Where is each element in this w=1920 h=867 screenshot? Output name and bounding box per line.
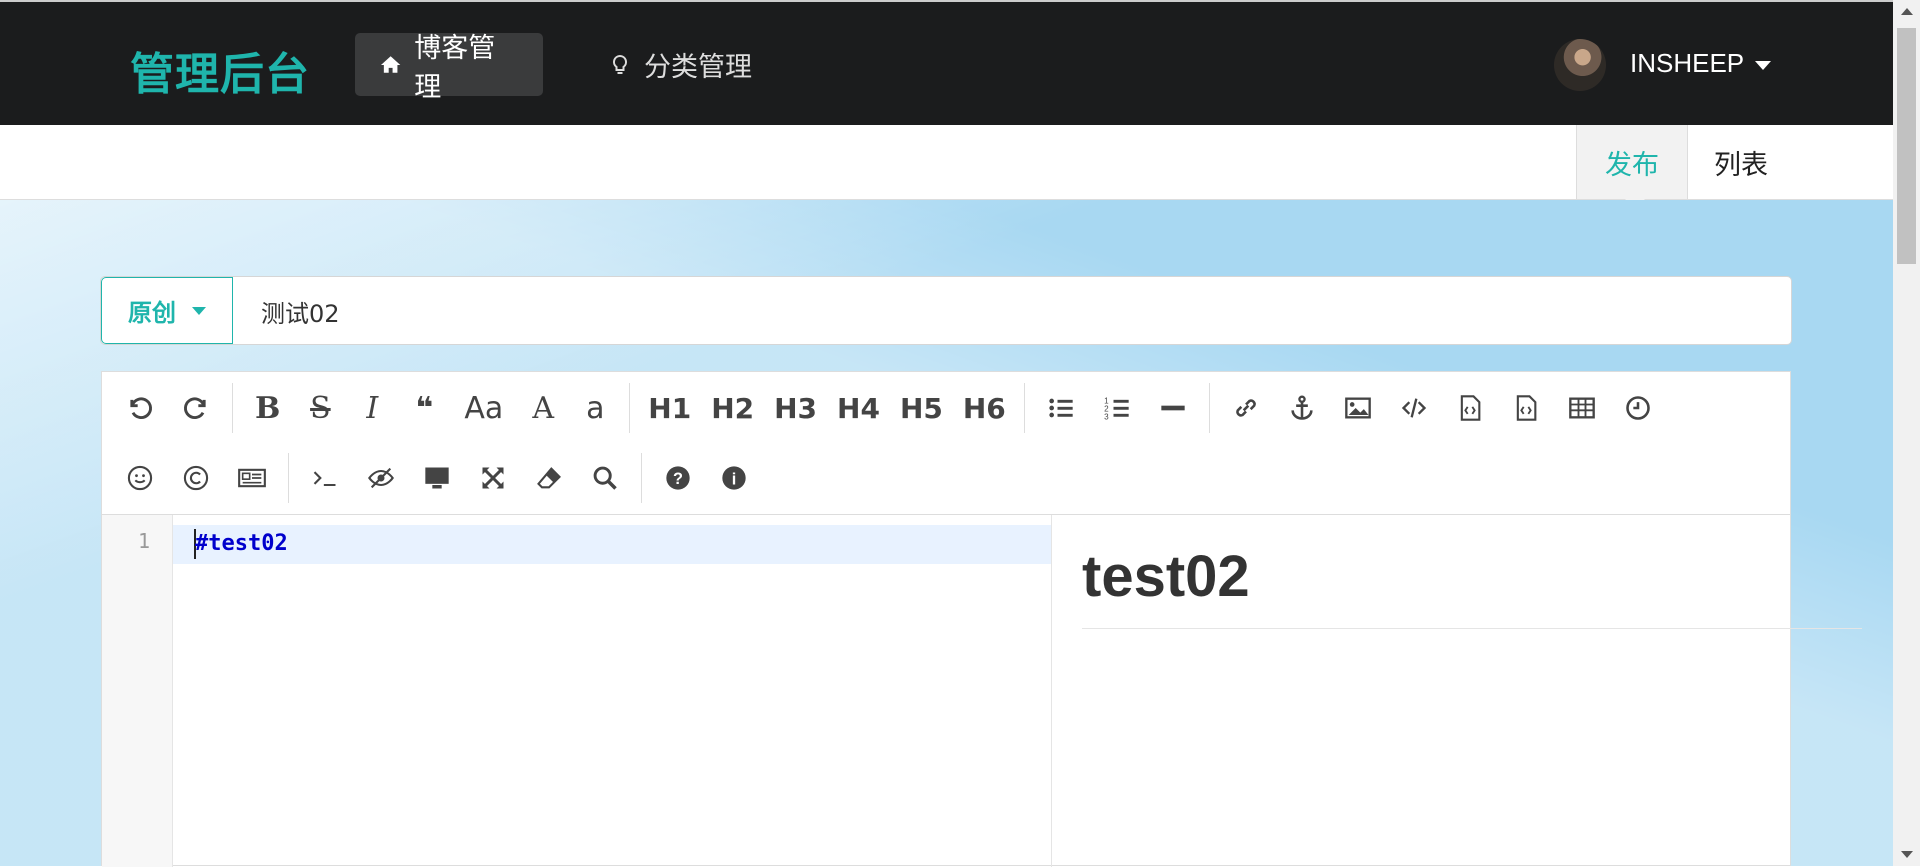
home-icon [380, 55, 401, 73]
top-navbar: 管理后台 博客管理 分类管理 INSHEEP [0, 0, 1893, 125]
svg-text:i: i [732, 470, 737, 488]
tab-bar: 发布 列表 [0, 125, 1893, 209]
h4-button[interactable]: H4 [829, 386, 888, 430]
svg-text:?: ? [673, 470, 683, 488]
line-number: 1 [137, 529, 150, 553]
uppercase-icon[interactable]: Aa [456, 386, 511, 430]
line-number-gutter: 1 [102, 515, 173, 867]
svg-text:3: 3 [1104, 413, 1109, 422]
info-icon[interactable]: i [712, 456, 756, 500]
pagebreak-icon[interactable] [230, 456, 274, 500]
fullscreen-icon[interactable] [471, 456, 515, 500]
h3-button[interactable]: H3 [766, 386, 825, 430]
title-input-group: 原创 [100, 276, 1792, 346]
scroll-down-icon[interactable] [1901, 851, 1913, 858]
page-scrollbar[interactable] [1893, 0, 1920, 866]
image-icon[interactable] [1336, 386, 1380, 430]
toolbar-separator [232, 383, 233, 433]
nav-category-management[interactable]: 分类管理 [584, 33, 776, 96]
username[interactable]: INSHEEP [1630, 48, 1744, 79]
nav-category-management-label: 分类管理 [644, 52, 752, 83]
help-icon[interactable]: ? [656, 456, 700, 500]
nav-blog-management[interactable]: 博客管理 [355, 33, 543, 103]
clear-icon[interactable] [527, 456, 571, 500]
undo-icon[interactable] [118, 386, 162, 430]
toolbar-separator [629, 383, 631, 433]
toolbar-row-2: ? i [112, 448, 762, 508]
search-icon[interactable] [583, 456, 627, 500]
toolbar-separator [1023, 383, 1025, 433]
preview-heading: test02 [1082, 543, 1862, 629]
emoji-icon[interactable] [118, 456, 162, 500]
code-editor[interactable]: #test02 [173, 515, 1052, 867]
bold-icon[interactable]: B [247, 386, 288, 430]
toolbar-separator [288, 453, 289, 503]
tab-list[interactable]: 列表 [1686, 125, 1796, 199]
html-entities-icon[interactable] [174, 456, 218, 500]
toolbar-separator [641, 453, 642, 503]
table-icon[interactable] [1560, 386, 1604, 430]
link-icon[interactable] [1224, 386, 1268, 430]
toolbar-row-1: B S I ❝ Aa A a H1 H2 H3 H4 H5 H6 123 [112, 378, 1666, 438]
active-code-line[interactable]: #test02 [173, 525, 1051, 564]
scroll-up-icon[interactable] [1901, 8, 1913, 15]
watch-icon[interactable] [359, 456, 403, 500]
terminal-icon[interactable] [303, 456, 347, 500]
toolbar-separator [1208, 383, 1210, 433]
caret-down-icon [192, 306, 206, 315]
avatar[interactable] [1554, 39, 1606, 91]
horizontal-rule-icon[interactable] [1151, 386, 1195, 430]
lowercase-icon[interactable]: a [575, 386, 615, 430]
code-icon[interactable] [1392, 386, 1436, 430]
preformatted-icon[interactable] [1504, 386, 1548, 430]
chevron-down-icon[interactable] [1755, 61, 1771, 70]
brand-title[interactable]: 管理后台 [130, 38, 310, 102]
h5-button[interactable]: H5 [892, 386, 951, 430]
markdown-preview: test02 [1052, 515, 1862, 867]
editor-toolbar: B S I ❝ Aa A a H1 H2 H3 H4 H5 H6 123 ? i [102, 372, 1790, 515]
h2-button[interactable]: H2 [703, 386, 762, 430]
nav-blog-management-label: 博客管理 [414, 32, 496, 103]
code-text: #test02 [195, 531, 288, 556]
datetime-icon[interactable] [1616, 386, 1660, 430]
ordered-list-icon[interactable]: 123 [1095, 386, 1139, 430]
italic-icon[interactable]: I [352, 386, 392, 430]
h1-button[interactable]: H1 [640, 386, 699, 430]
strikethrough-icon[interactable]: S [300, 386, 340, 430]
scroll-thumb[interactable] [1897, 28, 1916, 264]
redo-icon[interactable] [174, 386, 218, 430]
uppercase-first-icon[interactable]: A [523, 386, 563, 430]
anchor-icon[interactable] [1280, 386, 1324, 430]
unordered-list-icon[interactable] [1039, 386, 1083, 430]
code-block-icon[interactable] [1448, 386, 1492, 430]
tab-publish[interactable]: 发布 [1576, 125, 1688, 209]
markdown-editor: B S I ❝ Aa A a H1 H2 H3 H4 H5 H6 123 ? i… [101, 371, 1862, 867]
post-type-label: 原创 [128, 299, 176, 327]
title-field[interactable] [259, 277, 1763, 346]
quote-icon[interactable]: ❝ [404, 386, 444, 430]
h6-button[interactable]: H6 [955, 386, 1014, 430]
preview-icon[interactable] [415, 456, 459, 500]
post-type-dropdown[interactable]: 原创 [101, 277, 233, 344]
lightbulb-icon [612, 54, 628, 74]
